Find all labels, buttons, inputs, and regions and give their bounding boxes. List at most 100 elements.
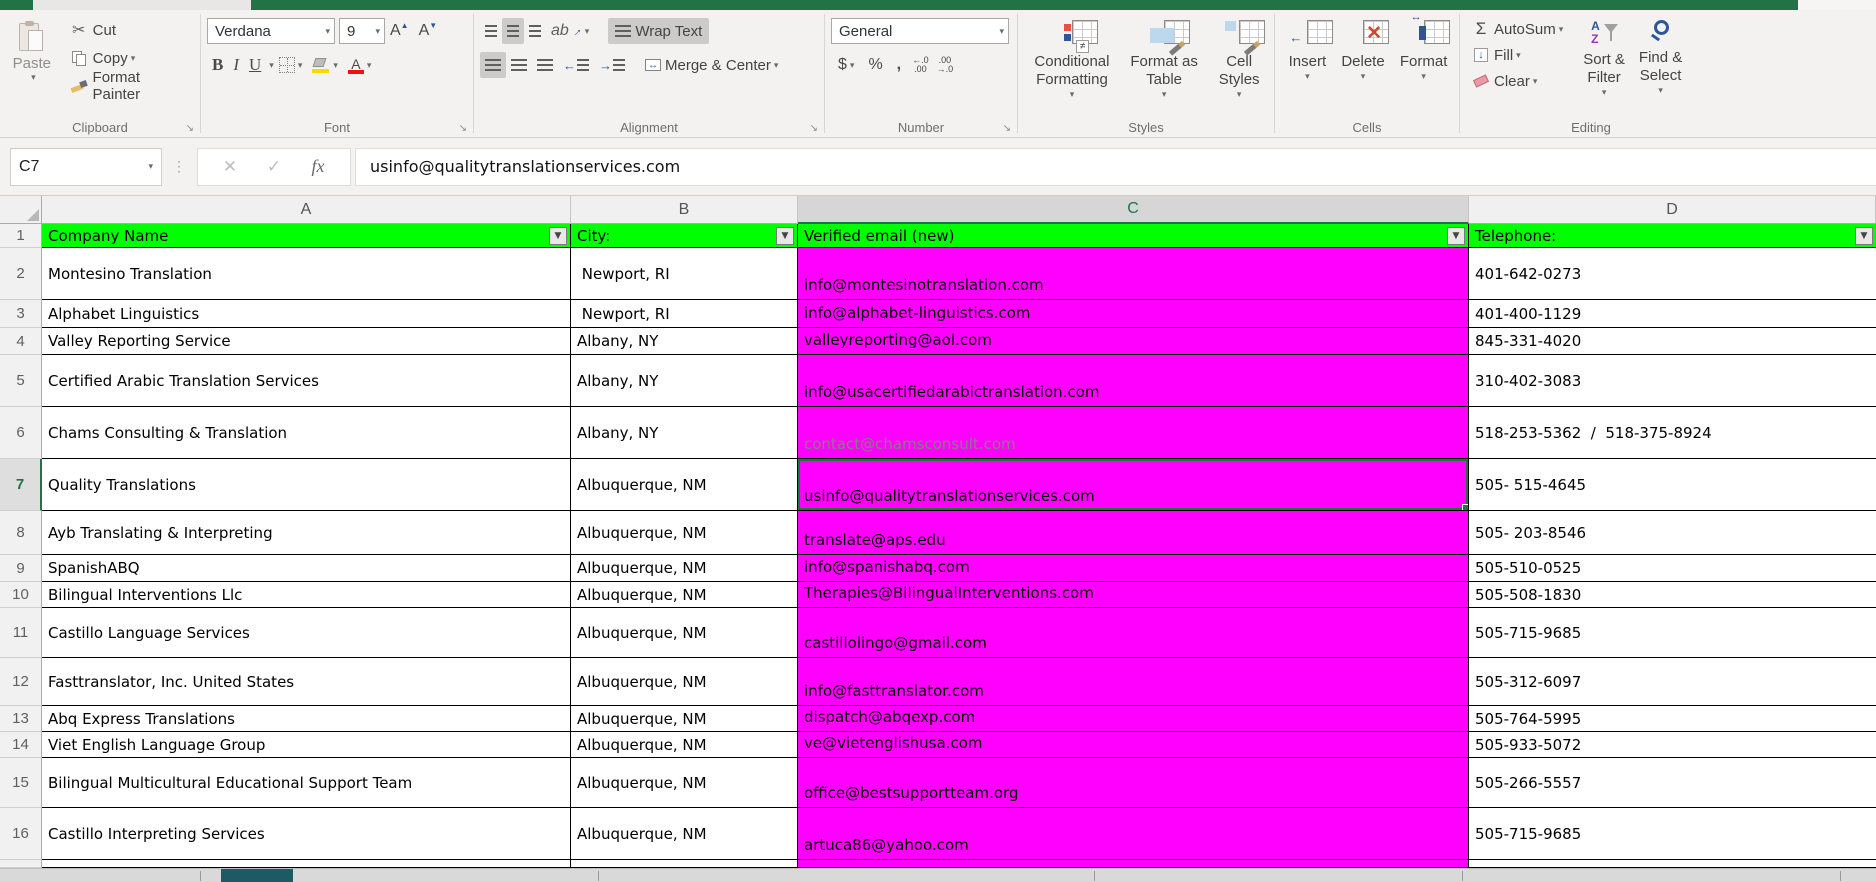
- cell-D5[interactable]: 310-402-3083: [1469, 355, 1876, 407]
- cell-D17[interactable]: [1469, 860, 1876, 868]
- column-header-C[interactable]: C: [798, 196, 1469, 224]
- paste-button[interactable]: Paste ▾: [6, 16, 58, 137]
- percent-button[interactable]: %: [861, 52, 889, 78]
- column-header-A[interactable]: A: [42, 196, 571, 224]
- find-select-button[interactable]: Find & Select ▾: [1632, 16, 1689, 137]
- row-header-12[interactable]: 12: [0, 658, 42, 706]
- selection-fill-handle[interactable]: [1462, 504, 1469, 511]
- align-right-button[interactable]: [532, 52, 558, 78]
- cell-D7[interactable]: 505- 515-4645: [1469, 459, 1876, 511]
- cell-D15[interactable]: 505-266-5557: [1469, 758, 1876, 808]
- align-top-button[interactable]: [480, 18, 502, 44]
- cell-A7[interactable]: Quality Translations: [42, 459, 571, 511]
- decrease-decimal-button[interactable]: .00→.0: [933, 52, 958, 78]
- font-family-select[interactable]: Verdana ▾: [207, 18, 335, 44]
- cell-C15[interactable]: office@bestsupportteam.org: [798, 758, 1469, 808]
- copy-button[interactable]: Copy ▾: [64, 44, 196, 72]
- filter-button-A[interactable]: ▼: [549, 227, 567, 245]
- increase-decimal-button[interactable]: ←.0.00: [908, 52, 933, 78]
- decrease-font-button[interactable]: A▼: [414, 18, 443, 44]
- cell-B1[interactable]: City:▼: [571, 224, 798, 248]
- format-as-table-button[interactable]: Format as Table ▾: [1123, 16, 1205, 137]
- cell-C4[interactable]: valleyreporting@aol.com: [798, 328, 1469, 355]
- cell-B16[interactable]: Albuquerque, NM: [571, 808, 798, 860]
- cell-C11[interactable]: castillolingo@gmail.com: [798, 608, 1469, 658]
- clear-button[interactable]: Clear ▾: [1466, 68, 1568, 94]
- cell-B9[interactable]: Albuquerque, NM: [571, 555, 798, 582]
- align-bottom-button[interactable]: [524, 18, 546, 44]
- row-header-2[interactable]: 2: [0, 248, 42, 300]
- cell-A15[interactable]: Bilingual Multicultural Educational Supp…: [42, 758, 571, 808]
- cell-D13[interactable]: 505-764-5995: [1469, 706, 1876, 732]
- row-header-1[interactable]: 1: [0, 224, 42, 248]
- delete-cells-button[interactable]: ✕ Delete ▾: [1334, 16, 1391, 137]
- row-header-4[interactable]: 4: [0, 328, 42, 355]
- cell-B4[interactable]: Albany, NY: [571, 328, 798, 355]
- row-header-8[interactable]: 8: [0, 511, 42, 555]
- cell-D16[interactable]: 505-715-9685: [1469, 808, 1876, 860]
- cut-button[interactable]: ✂ Cut: [64, 16, 196, 44]
- cell-B15[interactable]: Albuquerque, NM: [571, 758, 798, 808]
- cell-D3[interactable]: 401-400-1129: [1469, 300, 1876, 328]
- align-middle-button[interactable]: [502, 18, 524, 44]
- cell-C12[interactable]: info@fasttranslator.com: [798, 658, 1469, 706]
- row-header-9[interactable]: 9: [0, 555, 42, 582]
- row-header-3[interactable]: 3: [0, 300, 42, 328]
- row-header-5[interactable]: 5: [0, 355, 42, 407]
- row-header-7[interactable]: 7: [0, 459, 42, 511]
- cell-A5[interactable]: Certified Arabic Translation Services: [42, 355, 571, 407]
- cell-B17[interactable]: [571, 860, 798, 868]
- name-box[interactable]: C7 ▾: [10, 148, 162, 186]
- cell-D8[interactable]: 505- 203-8546: [1469, 511, 1876, 555]
- row-header-17[interactable]: [0, 860, 42, 868]
- format-painter-button[interactable]: Format Painter: [64, 72, 196, 100]
- cell-C16[interactable]: artuca86@yahoo.com: [798, 808, 1469, 860]
- cell-A3[interactable]: Alphabet Linguistics: [42, 300, 571, 328]
- decrease-indent-button[interactable]: ←: [558, 52, 594, 78]
- cell-D4[interactable]: 845-331-4020: [1469, 328, 1876, 355]
- comma-button[interactable]: ,: [890, 52, 908, 78]
- cell-A6[interactable]: Chams Consulting & Translation: [42, 407, 571, 459]
- cell-C17[interactable]: [798, 860, 1469, 868]
- alignment-dialog-launcher-icon[interactable]: ↘: [810, 123, 818, 134]
- orientation-button[interactable]: ab → ▾: [546, 18, 594, 44]
- number-format-select[interactable]: General ▾: [831, 18, 1009, 44]
- cell-C10[interactable]: Therapies@BilingualInterventions.com: [798, 582, 1469, 608]
- font-size-select[interactable]: 9 ▾: [339, 18, 385, 44]
- cell-C9[interactable]: info@spanishabq.com: [798, 555, 1469, 582]
- cell-A8[interactable]: Ayb Translating & Interpreting: [42, 511, 571, 555]
- cell-styles-button[interactable]: Cell Styles ▾: [1212, 16, 1267, 137]
- cell-C6[interactable]: contact@chamsconsult.com: [798, 407, 1469, 459]
- cell-D10[interactable]: 505-508-1830: [1469, 582, 1876, 608]
- cell-C8[interactable]: translate@aps.edu: [798, 511, 1469, 555]
- row-header-11[interactable]: 11: [0, 608, 42, 658]
- cell-C3[interactable]: info@alphabet-linguistics.com: [798, 300, 1469, 328]
- cell-A9[interactable]: SpanishABQ: [42, 555, 571, 582]
- cell-A1[interactable]: Company Name▼: [42, 224, 571, 248]
- row-header-14[interactable]: 14: [0, 732, 42, 758]
- row-header-10[interactable]: 10: [0, 582, 42, 608]
- cancel-icon[interactable]: ✕: [208, 157, 252, 177]
- cell-B2[interactable]: Newport, RI: [571, 248, 798, 300]
- cell-B6[interactable]: Albany, NY: [571, 407, 798, 459]
- filter-button-B[interactable]: ▼: [776, 227, 794, 245]
- filter-button-C[interactable]: ▼: [1447, 227, 1465, 245]
- cell-A17[interactable]: [42, 860, 571, 868]
- cell-A11[interactable]: Castillo Language Services: [42, 608, 571, 658]
- cell-C7[interactable]: usinfo@qualitytranslationservices.com: [798, 459, 1469, 511]
- merge-center-button[interactable]: ↔ Merge & Center ▾: [638, 52, 785, 78]
- cell-D9[interactable]: 505-510-0525: [1469, 555, 1876, 582]
- cell-A4[interactable]: Valley Reporting Service: [42, 328, 571, 355]
- insert-cells-button[interactable]: ← Insert ▾: [1282, 16, 1334, 137]
- row-header-16[interactable]: 16: [0, 808, 42, 860]
- column-header-D[interactable]: D: [1469, 196, 1876, 224]
- cell-D12[interactable]: 505-312-6097: [1469, 658, 1876, 706]
- format-cells-button[interactable]: ↔ Format ▾: [1393, 16, 1455, 137]
- cell-A13[interactable]: Abq Express Translations: [42, 706, 571, 732]
- cell-A12[interactable]: Fasttranslator, Inc. United States: [42, 658, 571, 706]
- cell-C13[interactable]: dispatch@abqexp.com: [798, 706, 1469, 732]
- cell-D6[interactable]: 518-253-5362 / 518-375-8924: [1469, 407, 1876, 459]
- formula-bar-drag-handle[interactable]: ⋮: [172, 158, 187, 175]
- italic-button[interactable]: I: [228, 52, 244, 78]
- cell-B12[interactable]: Albuquerque, NM: [571, 658, 798, 706]
